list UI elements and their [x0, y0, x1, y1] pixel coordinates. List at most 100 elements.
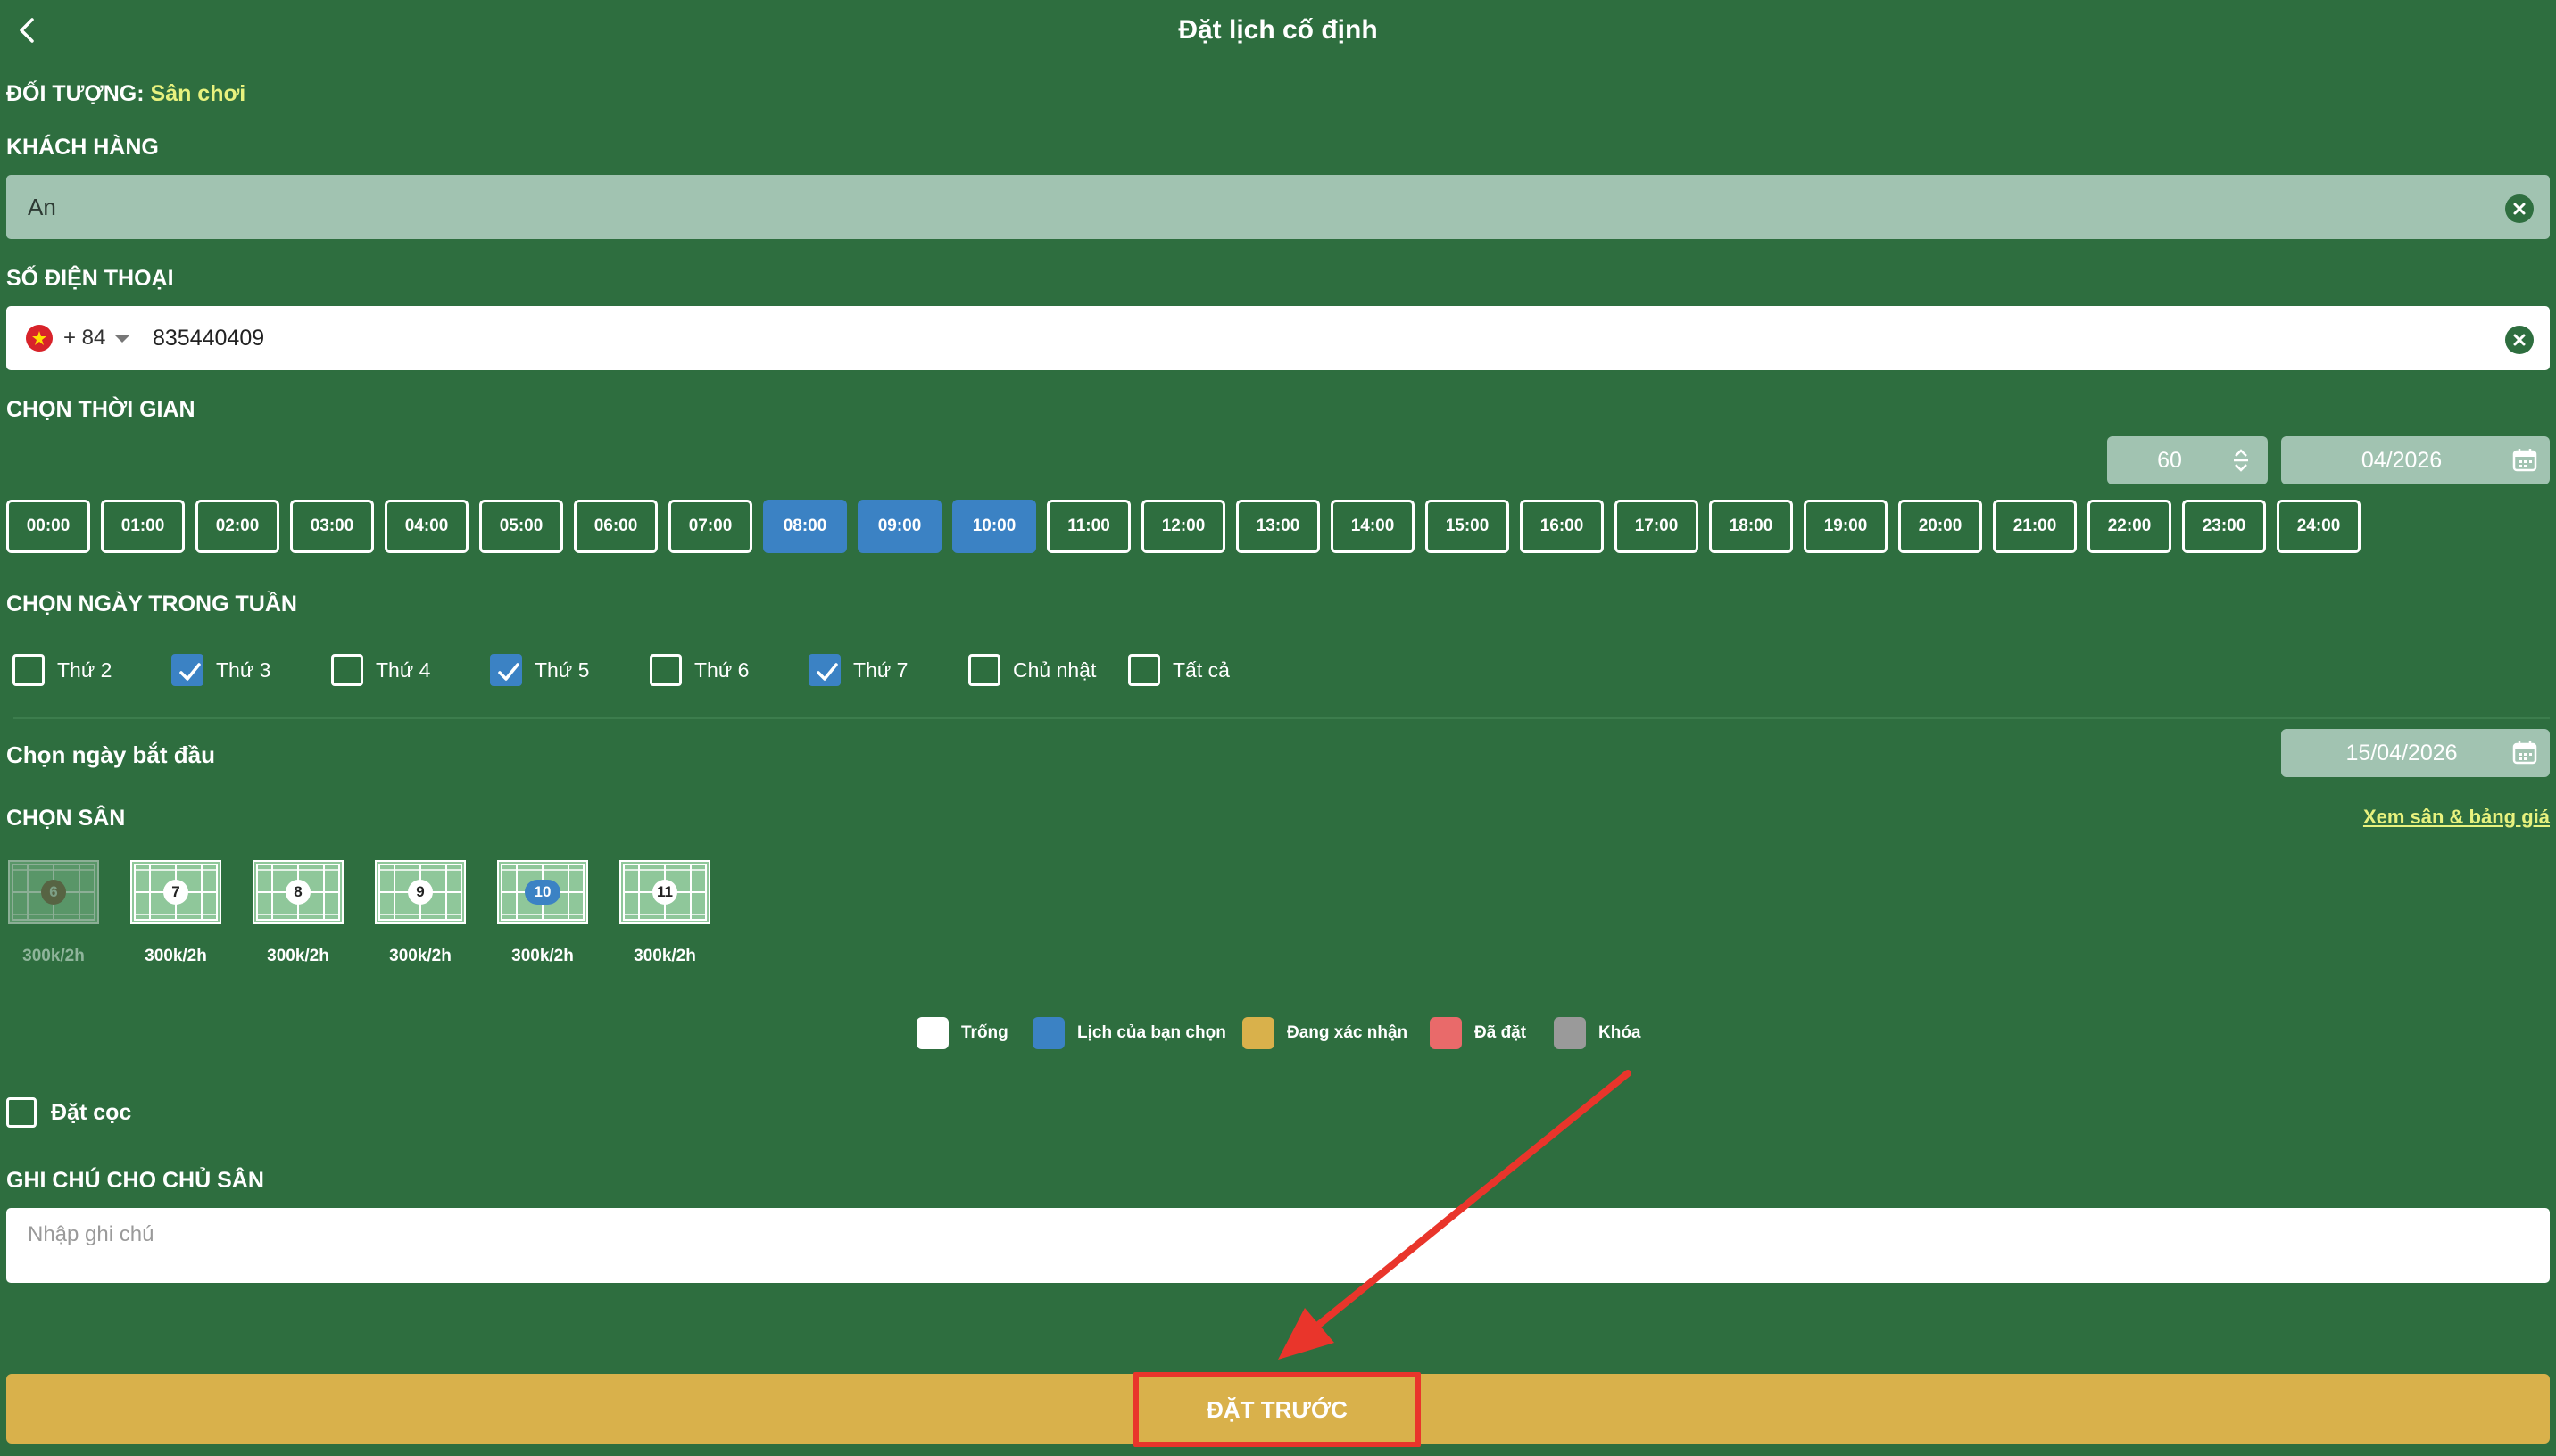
weekday-checkbox[interactable]: Chủ nhật: [968, 654, 1111, 686]
time-slot-list: 00:00 01:00 02:00 03:00 04:00 05:00 06:00 07:00…: [6, 500, 2416, 553]
time-slot[interactable]: 07:00: [668, 500, 752, 553]
court-9[interactable]: 9: [375, 860, 466, 924]
weekday-checkbox[interactable]: Thứ 2: [12, 654, 155, 686]
time-slot[interactable]: 16:00: [1520, 500, 1604, 553]
customer-label: KHÁCH HÀNG: [6, 135, 159, 160]
clear-customer-button[interactable]: [2505, 194, 2534, 223]
weekday-label: Thứ 3: [216, 658, 271, 682]
time-slot[interactable]: 12:00: [1141, 500, 1225, 553]
time-slot[interactable]: 15:00: [1425, 500, 1509, 553]
close-icon: [2513, 203, 2526, 215]
time-slot[interactable]: 05:00: [479, 500, 563, 553]
time-slot[interactable]: 21:00: [1993, 500, 2077, 553]
checkbox-box: [331, 654, 363, 686]
legend-swatch: [1242, 1017, 1274, 1049]
time-slot[interactable]: 06:00: [574, 500, 658, 553]
weekday-checkbox[interactable]: Thứ 7: [809, 654, 951, 686]
note-label: GHI CHÚ CHO CHỦ SÂN: [6, 1168, 264, 1193]
weekday-label: Thứ 5: [535, 658, 590, 682]
time-slot[interactable]: 17:00: [1614, 500, 1698, 553]
weekday-label: Chủ nhật: [1013, 658, 1097, 682]
time-slot[interactable]: 11:00: [1047, 500, 1131, 553]
start-date-picker[interactable]: 15/04/2026: [2281, 729, 2550, 777]
time-slot[interactable]: 04:00: [385, 500, 469, 553]
target-value: Sân chơi: [150, 81, 246, 106]
legend-swatch: [1033, 1017, 1065, 1049]
checkbox-box: [968, 654, 1000, 686]
page-title: Đặt lịch cố định: [1178, 15, 1378, 45]
weekday-checkbox[interactable]: Tất cả: [1128, 654, 1271, 686]
time-slot[interactable]: 24:00: [2277, 500, 2361, 553]
deposit-checkbox[interactable]: Đặt cọc: [6, 1097, 185, 1129]
legend-label: Lịch của bạn chọn: [1077, 1023, 1226, 1042]
book-button-label: ĐẶT TRƯỚC: [1207, 1396, 1348, 1423]
time-slot[interactable]: 18:00: [1709, 500, 1793, 553]
legend-swatch: [1554, 1017, 1586, 1049]
weekday-checkbox[interactable]: Thứ 6: [650, 654, 793, 686]
time-slot[interactable]: 10:00: [952, 500, 1036, 553]
stepper-icon: [2234, 449, 2248, 472]
note-input[interactable]: Nhập ghi chú: [6, 1208, 2550, 1283]
court-10[interactable]: 10: [497, 860, 588, 924]
court-price: 300k/2h: [634, 947, 696, 965]
court-8[interactable]: 8: [253, 860, 344, 924]
court-7[interactable]: 7: [130, 860, 221, 924]
checkbox-box: [650, 654, 682, 686]
check-icon: [817, 663, 838, 681]
target-row: ĐỐI TƯỢNG: Sân chơi: [6, 79, 245, 109]
weekday-label: Thứ 7: [853, 658, 909, 682]
duration-stepper[interactable]: 60: [2107, 436, 2268, 484]
weekday-label: Thứ 6: [694, 658, 750, 682]
court-number: 9: [408, 880, 433, 905]
month-picker[interactable]: 04/2026: [2281, 436, 2550, 484]
legend-label: Trống: [961, 1023, 1008, 1042]
time-slot[interactable]: 01:00: [101, 500, 185, 553]
time-slot[interactable]: 14:00: [1331, 500, 1415, 553]
clear-phone-button[interactable]: [2505, 326, 2534, 354]
country-code-select[interactable]: + 84: [63, 324, 105, 352]
time-slot[interactable]: 23:00: [2182, 500, 2266, 553]
weekday-label: Thứ 4: [376, 658, 431, 682]
customer-value: An: [28, 194, 56, 220]
time-slot[interactable]: 20:00: [1898, 500, 1982, 553]
book-button[interactable]: ĐẶT TRƯỚC: [1133, 1372, 1421, 1447]
time-slot[interactable]: 13:00: [1236, 500, 1320, 553]
customer-field[interactable]: An: [6, 175, 2550, 239]
court-6[interactable]: 6: [8, 860, 99, 924]
target-label: ĐỐI TƯỢNG:: [6, 81, 145, 106]
time-slot[interactable]: 03:00: [290, 500, 374, 553]
checkbox-box: [12, 654, 45, 686]
checkbox-box: [171, 654, 203, 686]
note-placeholder: Nhập ghi chú: [28, 1222, 154, 1246]
court-price: 300k/2h: [267, 947, 329, 965]
start-date-label: Chọn ngày bắt đầu: [6, 741, 215, 768]
weekday-checkbox[interactable]: Thứ 5: [490, 654, 633, 686]
court-11[interactable]: 11: [619, 860, 710, 924]
weekday-checkbox[interactable]: Thứ 3: [171, 654, 314, 686]
legend-swatch: [1430, 1017, 1462, 1049]
court-number: 6: [41, 880, 66, 905]
deposit-label: Đặt cọc: [51, 1100, 132, 1125]
start-date-value: 15/04/2026: [2345, 740, 2458, 765]
weekday-checkbox[interactable]: Thứ 4: [331, 654, 474, 686]
month-value: 04/2026: [2361, 448, 2443, 473]
time-slot[interactable]: 00:00: [6, 500, 90, 553]
legend-label: Đang xác nhận: [1287, 1023, 1408, 1042]
time-slot[interactable]: 02:00: [195, 500, 279, 553]
time-slot[interactable]: 09:00: [858, 500, 942, 553]
phone-field[interactable]: + 84 835440409: [6, 306, 2550, 370]
view-courts-pricing-link[interactable]: Xem sân & bảng giá: [2363, 803, 2550, 831]
time-slot[interactable]: 22:00: [2087, 500, 2171, 553]
time-label: CHỌN THỜI GIAN: [6, 397, 195, 422]
time-slot[interactable]: 08:00: [763, 500, 847, 553]
legend-label: Khóa: [1598, 1023, 1641, 1042]
weekday-label: Thứ 2: [57, 658, 112, 682]
checkbox-box: [6, 1097, 37, 1128]
divider: [13, 717, 2550, 719]
time-slot[interactable]: 19:00: [1804, 500, 1888, 553]
duration-value: 60: [2157, 448, 2182, 473]
vietnam-flag-icon: [26, 325, 53, 352]
weekdays-label: CHỌN NGÀY TRONG TUẦN: [6, 592, 297, 616]
court-number: 10: [525, 880, 560, 905]
court-price: 300k/2h: [389, 947, 452, 965]
